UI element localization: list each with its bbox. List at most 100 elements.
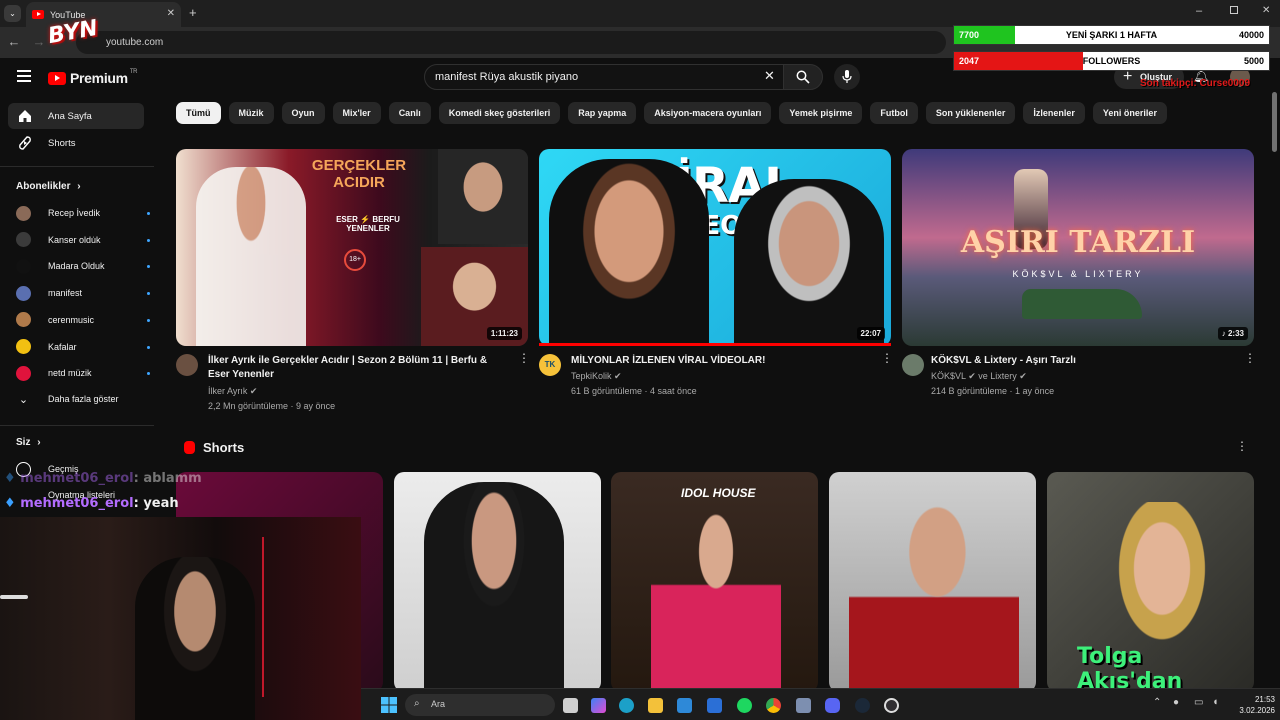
task-view-icon[interactable] — [563, 698, 578, 713]
short-thumbnail[interactable] — [829, 472, 1036, 692]
close-window-button[interactable]: ✕ — [1262, 5, 1270, 16]
more-actions-icon[interactable]: ⋮ — [518, 352, 530, 364]
home-icon — [17, 109, 33, 123]
store-icon[interactable] — [677, 698, 692, 713]
sidebar-item-subscription[interactable]: Recep İvedik — [16, 203, 150, 223]
short-thumbnail[interactable]: Tolga Akış'dan — [1047, 472, 1254, 692]
chip[interactable]: İzlenenler — [1023, 102, 1085, 124]
more-actions-icon[interactable]: ⋮ — [1236, 440, 1248, 452]
copilot-icon[interactable] — [591, 698, 606, 713]
follow-goal: 5000 — [1243, 56, 1264, 66]
sidebar-item-home[interactable]: Ana Sayfa — [8, 103, 144, 129]
short-caption: Tolga Akış'dan — [1077, 644, 1183, 692]
thumbnail-car — [1022, 289, 1142, 319]
taskbar-search[interactable]: ⌕ Ara — [405, 694, 555, 716]
subscription-label: cerenmusic — [48, 314, 95, 325]
chip[interactable]: Son yüklenenler — [925, 102, 1016, 124]
chip[interactable]: Tümü — [176, 102, 221, 124]
network-icon[interactable]: ▭ — [1194, 697, 1203, 708]
chip[interactable]: Mix'ler — [332, 102, 381, 124]
short-thumbnail[interactable] — [394, 472, 601, 692]
sidebar-item-subscription[interactable]: netd müzik — [16, 363, 150, 383]
menu-icon[interactable] — [17, 70, 31, 82]
chip[interactable]: Komedi skeç gösterileri — [438, 102, 561, 124]
new-content-dot — [147, 372, 150, 376]
steam-icon[interactable] — [855, 698, 870, 713]
channel-name[interactable]: İlker Ayrık ✔︎ — [208, 386, 257, 397]
edge-icon[interactable] — [619, 698, 634, 713]
search-button[interactable] — [783, 64, 823, 90]
chip[interactable]: Müzik — [228, 102, 274, 124]
video-title[interactable]: KÖK$VL & Lixtery - Aşırı Tarzlı — [931, 354, 1231, 368]
video-meta: 61 B görüntüleme · 4 saat önce — [571, 386, 697, 396]
short-thumbnail[interactable]: IDOL HOUSE — [611, 472, 818, 692]
follower-goal-bar: 2047 FOLLOWERS 5000 — [953, 51, 1270, 71]
spotify-icon[interactable] — [737, 698, 752, 713]
sidebar-item-shorts[interactable]: Shorts — [8, 130, 144, 156]
volume-icon[interactable]: ◖ — [1212, 696, 1219, 708]
search-input[interactable]: manifest Rüya akustik piyano — [424, 64, 784, 90]
you-heading[interactable]: Siz › — [16, 437, 41, 448]
channel-avatar[interactable] — [176, 354, 198, 376]
more-actions-icon[interactable]: ⋮ — [881, 352, 893, 364]
sidebar-item-subscription[interactable]: manifest — [16, 283, 150, 303]
address-bar[interactable]: youtube.com — [76, 31, 946, 54]
windows-taskbar: ⌕ Ara ⌃ ● ▭ ◖ 21:53 3.02.2026 — [361, 688, 1280, 720]
tray-chevron-icon[interactable]: ⌃ — [1153, 697, 1161, 708]
chip[interactable]: Yemek pişirme — [779, 102, 863, 124]
sidebar-item-subscription[interactable]: Madara Olduk — [16, 256, 150, 276]
webcam-person — [135, 557, 255, 720]
chip[interactable]: Aksiyon-macera oyunları — [644, 102, 772, 124]
file-explorer-icon[interactable] — [648, 698, 663, 713]
video-title[interactable]: İlker Ayrık ile Gerçekler Acıdır | Sezon… — [208, 354, 508, 382]
channel-avatar[interactable]: TK — [539, 354, 561, 376]
more-actions-icon[interactable]: ⋮ — [1244, 352, 1256, 364]
maximize-button[interactable] — [1230, 6, 1238, 14]
back-button[interactable]: ← — [5, 34, 23, 49]
short-person — [849, 492, 1019, 692]
video-thumbnail[interactable]: AŞIRI TARZLI KÖK$VL & LIXTERY ♪ 2:33 — [902, 149, 1254, 346]
obs-icon[interactable] — [884, 698, 899, 713]
channel-name[interactable]: TepkiKolik ✔︎ — [571, 371, 622, 382]
channel-avatar — [16, 339, 31, 354]
chip[interactable]: Futbol — [870, 102, 918, 124]
forward-button[interactable]: → — [30, 34, 48, 49]
sidebar-item-subscription[interactable]: Kafalar — [16, 337, 150, 357]
mail-icon[interactable] — [707, 698, 722, 713]
channel-name[interactable]: KÖK$VL ✔︎ ve Lixtery ✔︎ — [931, 371, 1027, 382]
sidebar-item-subscription[interactable]: cerenmusic — [16, 310, 150, 330]
video-thumbnail[interactable]: VİRAL VİDEOLAR 22:07 — [539, 149, 891, 346]
clock[interactable]: 21:53 3.02.2026 — [1227, 694, 1275, 716]
chip[interactable]: Yeni öneriler — [1092, 102, 1167, 124]
voice-search-button[interactable] — [834, 64, 860, 90]
subscription-label: Kanser oldu̇k — [48, 234, 101, 245]
sidebar-item-show-more[interactable]: ⌄ Daha fazla göster — [16, 389, 136, 409]
video-title[interactable]: MİLYONLAR İZLENEN VİRAL VİDEOLAR! — [571, 354, 871, 368]
url-text: youtube.com — [106, 37, 164, 48]
chip[interactable]: Canlı — [388, 102, 431, 124]
thumbnail-person — [196, 167, 306, 346]
start-button[interactable] — [381, 697, 397, 713]
new-tab-button[interactable]: + — [189, 5, 197, 20]
thumbnail-person — [734, 179, 884, 346]
discord-icon[interactable] — [825, 698, 840, 713]
thumb-text: GERÇEKLER — [311, 157, 407, 174]
minimize-button[interactable]: – — [1196, 5, 1202, 17]
sidebar-item-subscription[interactable]: Kanser oldu̇k — [16, 230, 150, 250]
app-icon[interactable] — [796, 698, 811, 713]
divider — [0, 425, 154, 426]
page-scrollbar[interactable] — [1272, 92, 1277, 152]
microphone-icon[interactable]: ● — [1173, 697, 1179, 708]
new-content-dot — [147, 345, 150, 349]
channel-avatar[interactable] — [902, 354, 924, 376]
subscriptions-heading[interactable]: Abonelikler › — [16, 181, 81, 192]
tab-list-button[interactable]: ⌄ — [4, 5, 21, 22]
microphone-icon — [842, 70, 852, 83]
chip[interactable]: Rap yapma — [568, 102, 637, 124]
video-thumbnail[interactable]: GERÇEKLER ACIDIR ESER ⚡ BERFU YENENLER 1… — [176, 149, 528, 346]
youtube-logo[interactable]: Premium TR — [48, 69, 138, 86]
close-tab-icon[interactable]: ✕ — [167, 8, 175, 19]
chrome-icon[interactable] — [766, 698, 781, 713]
chip[interactable]: Oyun — [281, 102, 325, 124]
clear-search-icon[interactable]: ✕ — [764, 68, 775, 84]
